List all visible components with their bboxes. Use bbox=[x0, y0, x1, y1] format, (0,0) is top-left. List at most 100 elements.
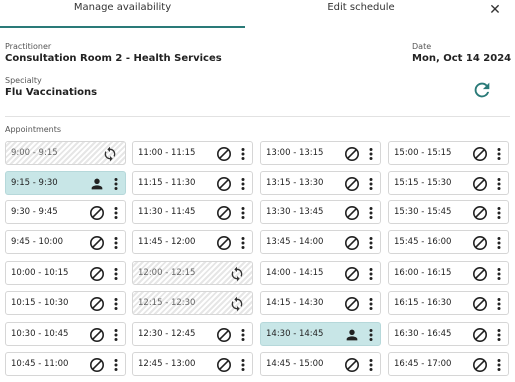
appointment-slot[interactable]: 12:00 - 12:15 bbox=[132, 261, 253, 285]
block-icon[interactable] bbox=[472, 235, 488, 251]
more-menu-icon[interactable] bbox=[240, 146, 246, 162]
block-icon[interactable] bbox=[89, 296, 105, 312]
block-icon[interactable] bbox=[472, 296, 488, 312]
block-icon[interactable] bbox=[344, 205, 360, 221]
more-menu-icon[interactable] bbox=[496, 296, 502, 312]
appointment-slot[interactable]: 15:00 - 15:15 bbox=[388, 141, 509, 165]
appointment-slot[interactable]: 11:15 - 11:30 bbox=[132, 171, 253, 195]
appointment-slot[interactable]: 9:15 - 9:30 bbox=[5, 171, 126, 195]
more-menu-icon[interactable] bbox=[496, 266, 502, 282]
appointment-slot[interactable]: 13:45 - 14:00 bbox=[260, 230, 381, 254]
more-menu-icon[interactable] bbox=[240, 357, 246, 373]
close-icon[interactable]: ✕ bbox=[484, 0, 506, 20]
appointment-slot[interactable]: 10:15 - 10:30 bbox=[5, 291, 126, 315]
appointment-slot[interactable]: 9:00 - 9:15 bbox=[5, 141, 126, 165]
block-icon[interactable] bbox=[472, 146, 488, 162]
sync-icon[interactable] bbox=[102, 146, 118, 162]
more-menu-icon[interactable] bbox=[496, 327, 502, 343]
appointment-slot[interactable]: 9:30 - 9:45 bbox=[5, 200, 126, 224]
more-menu-icon[interactable] bbox=[240, 205, 246, 221]
more-menu-icon[interactable] bbox=[368, 357, 374, 373]
block-icon[interactable] bbox=[216, 235, 232, 251]
more-menu-icon[interactable] bbox=[113, 266, 119, 282]
more-menu-icon[interactable] bbox=[113, 176, 119, 192]
more-menu-icon[interactable] bbox=[113, 235, 119, 251]
more-menu-icon[interactable] bbox=[113, 296, 119, 312]
more-menu-icon[interactable] bbox=[240, 176, 246, 192]
appointment-slot[interactable]: 10:45 - 11:00 bbox=[5, 352, 126, 376]
more-menu-icon[interactable] bbox=[496, 205, 502, 221]
appointment-slot[interactable]: 10:00 - 10:15 bbox=[5, 261, 126, 285]
more-menu-icon[interactable] bbox=[368, 296, 374, 312]
block-icon[interactable] bbox=[216, 146, 232, 162]
appointment-slot[interactable]: 14:45 - 15:00 bbox=[260, 352, 381, 376]
block-icon[interactable] bbox=[472, 266, 488, 282]
more-menu-icon[interactable] bbox=[368, 176, 374, 192]
appointment-slot[interactable]: 13:15 - 13:30 bbox=[260, 171, 381, 195]
more-menu-icon[interactable] bbox=[240, 327, 246, 343]
appointment-slot[interactable]: 12:15 - 12:30 bbox=[132, 291, 253, 315]
more-menu-icon[interactable] bbox=[113, 327, 119, 343]
appointment-slot[interactable]: 16:45 - 17:00 bbox=[388, 352, 509, 376]
more-menu-icon[interactable] bbox=[368, 235, 374, 251]
slot-time: 14:30 - 14:45 bbox=[266, 329, 324, 339]
block-icon[interactable] bbox=[344, 296, 360, 312]
more-menu-icon[interactable] bbox=[496, 235, 502, 251]
block-icon[interactable] bbox=[216, 357, 232, 373]
appointment-slot[interactable]: 11:30 - 11:45 bbox=[132, 200, 253, 224]
tab-manage-availability[interactable]: Manage availability bbox=[0, 0, 245, 28]
appointment-slot[interactable]: 14:15 - 14:30 bbox=[260, 291, 381, 315]
block-icon[interactable] bbox=[89, 266, 105, 282]
block-icon[interactable] bbox=[89, 357, 105, 373]
block-icon[interactable] bbox=[344, 235, 360, 251]
block-icon[interactable] bbox=[472, 205, 488, 221]
appointment-slot[interactable]: 13:00 - 13:15 bbox=[260, 141, 381, 165]
appointment-slot[interactable]: 16:30 - 16:45 bbox=[388, 322, 509, 346]
more-menu-icon[interactable] bbox=[368, 146, 374, 162]
more-menu-icon[interactable] bbox=[368, 327, 374, 343]
tab-edit-schedule[interactable]: Edit schedule bbox=[245, 0, 477, 28]
more-menu-icon[interactable] bbox=[368, 266, 374, 282]
appointment-slot[interactable]: 15:30 - 15:45 bbox=[388, 200, 509, 224]
more-menu-icon[interactable] bbox=[496, 146, 502, 162]
appointment-slot[interactable]: 15:45 - 16:00 bbox=[388, 230, 509, 254]
person-icon bbox=[344, 327, 360, 343]
appointment-slot[interactable]: 12:45 - 13:00 bbox=[132, 352, 253, 376]
slot-time: 15:45 - 16:00 bbox=[394, 237, 452, 247]
slot-time: 14:15 - 14:30 bbox=[266, 298, 324, 308]
appointment-slot[interactable]: 9:45 - 10:00 bbox=[5, 230, 126, 254]
appointment-slot[interactable]: 14:00 - 14:15 bbox=[260, 261, 381, 285]
more-menu-icon[interactable] bbox=[496, 176, 502, 192]
block-icon[interactable] bbox=[216, 205, 232, 221]
block-icon[interactable] bbox=[216, 327, 232, 343]
more-menu-icon[interactable] bbox=[113, 357, 119, 373]
block-icon[interactable] bbox=[216, 176, 232, 192]
block-icon[interactable] bbox=[89, 327, 105, 343]
block-icon[interactable] bbox=[472, 357, 488, 373]
block-icon[interactable] bbox=[89, 205, 105, 221]
block-icon[interactable] bbox=[472, 327, 488, 343]
appointment-slot[interactable]: 12:30 - 12:45 bbox=[132, 322, 253, 346]
block-icon[interactable] bbox=[344, 146, 360, 162]
appointment-slot[interactable]: 11:45 - 12:00 bbox=[132, 230, 253, 254]
tab-bar: Manage availability Edit schedule ✕ bbox=[0, 0, 515, 28]
more-menu-icon[interactable] bbox=[240, 235, 246, 251]
block-icon[interactable] bbox=[89, 235, 105, 251]
block-icon[interactable] bbox=[344, 176, 360, 192]
appointment-slot[interactable]: 16:00 - 16:15 bbox=[388, 261, 509, 285]
refresh-icon[interactable] bbox=[471, 79, 493, 101]
more-menu-icon[interactable] bbox=[496, 357, 502, 373]
appointment-slot[interactable]: 16:15 - 16:30 bbox=[388, 291, 509, 315]
appointment-slot[interactable]: 14:30 - 14:45 bbox=[260, 322, 381, 346]
sync-icon[interactable] bbox=[229, 296, 245, 312]
block-icon[interactable] bbox=[344, 266, 360, 282]
appointment-slot[interactable]: 10:30 - 10:45 bbox=[5, 322, 126, 346]
sync-icon[interactable] bbox=[229, 266, 245, 282]
more-menu-icon[interactable] bbox=[113, 205, 119, 221]
block-icon[interactable] bbox=[472, 176, 488, 192]
more-menu-icon[interactable] bbox=[368, 205, 374, 221]
appointment-slot[interactable]: 15:15 - 15:30 bbox=[388, 171, 509, 195]
block-icon[interactable] bbox=[344, 357, 360, 373]
appointment-slot[interactable]: 13:30 - 13:45 bbox=[260, 200, 381, 224]
appointment-slot[interactable]: 11:00 - 11:15 bbox=[132, 141, 253, 165]
